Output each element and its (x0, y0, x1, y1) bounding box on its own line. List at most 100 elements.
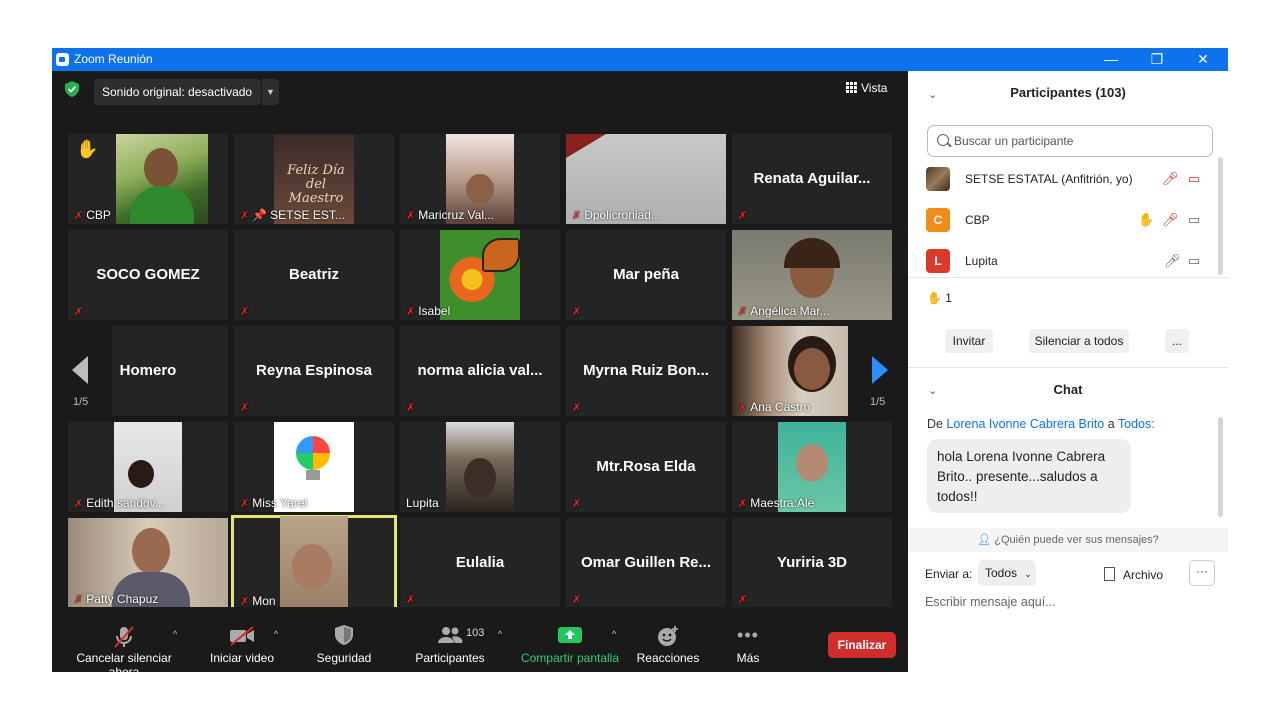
video-tile[interactable]: ✗ Miss Yarel (234, 422, 394, 512)
muted-mic-icon[interactable]: 🎤︎ (1162, 171, 1179, 187)
raised-hands-count: 1 (945, 291, 952, 305)
video-tile[interactable]: ✗ Maestra:Ale (732, 422, 892, 512)
meeting-toolbar: ^ Cancelar silenciar ahora ^ Iniciar vid… (52, 607, 908, 679)
tile-label: Miss Yarel (252, 496, 308, 510)
video-tile[interactable]: Yuriria 3D ✗ (732, 518, 892, 608)
security-label: Seguridad (316, 651, 372, 665)
muted-mic-icon[interactable]: 🎤︎ (1162, 212, 1179, 228)
video-tile[interactable]: ✗ Angélica Mar... (732, 230, 892, 320)
video-tile[interactable]: ✗ Ana Castro (732, 326, 848, 416)
participants-label: Participantes (415, 651, 485, 665)
chat-message-header: De Lorena Ivonne Cabrera Brito a Todos: (927, 417, 1155, 431)
video-tile[interactable]: ✗ Maricruz Val... (400, 134, 560, 224)
more-label: Más (736, 651, 760, 665)
video-tile[interactable]: ✗ Patty Chapuz (68, 518, 228, 608)
next-page-arrow-icon[interactable] (872, 356, 888, 384)
participant-row[interactable]: SETSE ESTATAL (Anfitrión, yo) 🎤︎ ▭ (908, 163, 1228, 195)
video-tile[interactable]: Omar Guillen Re... ✗ (566, 518, 726, 608)
invite-button[interactable]: Invitar (945, 329, 993, 353)
end-meeting-button[interactable]: Finalizar (828, 632, 896, 658)
participants-more-button[interactable]: ... (1165, 329, 1189, 353)
participant-search-input[interactable]: Buscar un participante (927, 125, 1213, 157)
restore-button[interactable]: ❐ (1134, 48, 1180, 71)
send-to-dropdown[interactable]: Todos ⌄ (978, 560, 1036, 586)
video-icon[interactable]: ▭ (1188, 212, 1200, 228)
participants-caret-icon[interactable]: ^ (498, 629, 502, 639)
tile-label: Edith sandov... (86, 496, 165, 510)
video-tile[interactable]: Myrna Ruiz Bon... ✗ (566, 326, 726, 416)
who-can-see-messages[interactable]: 👤︎ ¿Quién puede ver sus mensajes? (908, 528, 1228, 552)
muted-mic-icon: ✗ (738, 498, 748, 510)
audio-options-caret-icon[interactable]: ^ (173, 629, 177, 639)
muted-mic-icon: ✗ (406, 210, 416, 222)
more-dots-icon: ••• (737, 625, 759, 645)
to-word: a (1107, 417, 1115, 431)
security-button[interactable]: Seguridad (314, 625, 374, 665)
more-button[interactable]: ••• Más (732, 625, 764, 665)
muted-mic-icon: ✗ (240, 498, 250, 510)
chat-sender[interactable]: Lorena Ivonne Cabrera Brito (946, 417, 1104, 431)
minimize-button[interactable]: — (1088, 48, 1134, 71)
video-tile[interactable]: SOCO GOMEZ ✗ (68, 230, 228, 320)
unmute-button[interactable]: ^ Cancelar silenciar ahora (60, 625, 188, 679)
avatar: L (926, 249, 950, 273)
participants-scrollbar[interactable] (1218, 157, 1223, 275)
video-tile[interactable]: Reyna Espinosa ✗ (234, 326, 394, 416)
video-options-caret-icon[interactable]: ^ (274, 629, 278, 639)
encryption-shield-icon[interactable] (65, 81, 79, 97)
microphone-icon[interactable]: 🎤︎ (1164, 253, 1181, 269)
video-off-icon[interactable]: ▭ (1188, 171, 1200, 187)
mute-all-button[interactable]: Silenciar a todos (1029, 329, 1129, 353)
unmute-label: Cancelar silenciar ahora (76, 651, 172, 679)
video-icon[interactable]: ▭ (1188, 253, 1200, 269)
participant-name: Lupita (965, 254, 998, 268)
video-tile[interactable]: Lupita (400, 422, 560, 512)
video-tile[interactable]: ✋ ✗ CBP (68, 134, 228, 224)
participants-button[interactable]: 103 ^ Participantes (410, 625, 502, 665)
file-button[interactable]: Archivo (1104, 567, 1163, 582)
share-options-caret-icon[interactable]: ^ (612, 629, 616, 639)
chat-recipient[interactable]: Todos: (1118, 417, 1155, 431)
video-tile[interactable]: Mtr.Rosa Elda ✗ (566, 422, 726, 512)
video-tile[interactable]: Feliz Día del Maestro ✗ 📌 SETSE EST... (234, 134, 394, 224)
video-tile[interactable]: norma alicia val... ✗ (400, 326, 560, 416)
share-screen-button[interactable]: ^ Compartir pantalla (518, 625, 622, 665)
chat-scrollbar[interactable] (1218, 417, 1223, 517)
participant-name: Mtr.Rosa Elda (596, 458, 696, 475)
chat-message-input[interactable]: Escribir mensaje aquí... (925, 595, 1056, 609)
grid-icon (846, 82, 857, 93)
participant-name: Beatriz (288, 266, 340, 283)
poster-text: Feliz Día del Maestro (287, 163, 345, 206)
video-tile[interactable]: Mar peña ✗ (566, 230, 726, 320)
video-tile[interactable]: Homero (112, 326, 228, 416)
file-label: Archivo (1123, 568, 1164, 582)
raised-hand-icon: ✋ (1138, 212, 1155, 227)
video-tile[interactable]: ✗ Dpolicroniad... (566, 134, 726, 224)
muted-mic-icon: ✗ (572, 210, 582, 222)
previous-page-arrow-icon[interactable] (72, 356, 88, 384)
video-tile[interactable]: ✗ Isabel (400, 230, 560, 320)
participant-row[interactable]: L Lupita 🎤︎ ▭ (908, 245, 1228, 277)
participant-name: Renata Aguilar... (753, 170, 871, 187)
muted-mic-icon: ✗ (738, 402, 748, 414)
participant-row[interactable]: C CBP ✋ 🎤︎ ▭ (908, 204, 1228, 236)
tile-label: Lupita (406, 496, 439, 510)
video-tile[interactable]: Eulalia ✗ (400, 518, 560, 608)
video-tile[interactable]: Renata Aguilar... ✗ (732, 134, 892, 224)
original-sound-dropdown[interactable]: ▼ (262, 79, 279, 105)
video-tile[interactable]: Beatriz ✗ (234, 230, 394, 320)
close-button[interactable]: ✕ (1180, 48, 1226, 71)
raised-hand-icon: ✋ (927, 291, 942, 305)
muted-mic-icon: ✗ (406, 594, 416, 606)
reactions-button[interactable]: Reacciones (636, 625, 700, 665)
original-sound-label: Sonido original: desactivado (102, 85, 253, 99)
original-sound-button[interactable]: Sonido original: desactivado (94, 79, 261, 105)
start-video-button[interactable]: ^ Iniciar video (202, 625, 282, 665)
video-tile[interactable]: ✗ Edith sandov... (68, 422, 228, 512)
tile-label: Isabel (418, 304, 451, 318)
window-title: Zoom Reunión (74, 52, 153, 66)
muted-mic-icon: ✗ (738, 306, 748, 318)
view-button[interactable]: Vista (846, 81, 887, 95)
chat-more-button[interactable]: ··· (1189, 560, 1215, 586)
active-speaker-tile[interactable]: ✗ Mon (231, 515, 397, 611)
